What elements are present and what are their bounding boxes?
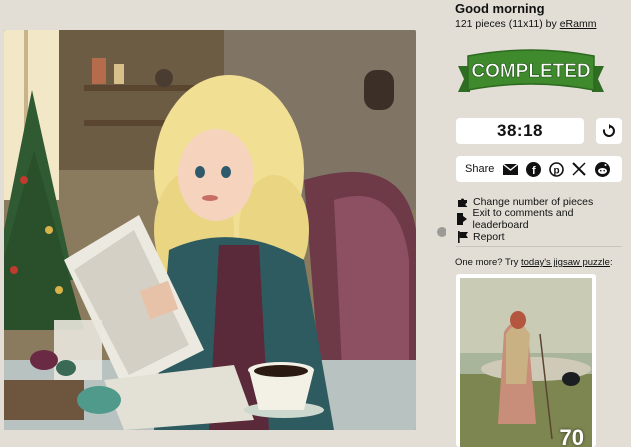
pieces-info: 121 pieces (11x11) by <box>455 18 557 30</box>
suggested-puzzle-image <box>460 278 592 447</box>
action-menu: Change number of pieces Exit to comments… <box>456 193 626 246</box>
puzzle-title: Good morning <box>455 1 545 16</box>
restart-icon <box>602 124 615 137</box>
x-icon[interactable] <box>571 161 587 177</box>
suggestion-suffix: : <box>609 257 613 268</box>
author-link[interactable]: eRamm <box>560 18 597 30</box>
flag-icon <box>456 230 469 243</box>
side-panel: Good morning 121 pieces (11x11) by eRamm… <box>446 0 631 447</box>
exit-label: Exit to comments and leaderboard <box>472 207 574 232</box>
pinterest-icon[interactable]: p <box>548 161 564 177</box>
exit-to-comments-link[interactable]: Exit to comments and leaderboard <box>456 207 626 231</box>
puzzle-area <box>0 0 445 447</box>
todays-puzzle-link[interactable]: today's jigsaw puzzle <box>521 257 610 268</box>
divider <box>456 246 622 247</box>
reddit-icon[interactable] <box>594 161 610 177</box>
badge-text: COMPLETED <box>471 61 590 82</box>
completed-ribbon-icon: COMPLETED <box>458 49 604 92</box>
suggestion-text: One more? Try today's jigsaw puzzle: <box>455 257 613 268</box>
svg-text:p: p <box>553 165 559 176</box>
restart-button[interactable] <box>596 118 622 144</box>
puzzle-piece-icon <box>456 195 469 208</box>
email-icon[interactable] <box>502 161 518 177</box>
puzzle-info: 121 pieces (11x11) by eRamm <box>455 18 596 30</box>
change-pieces-label: Change number of pieces <box>473 195 594 208</box>
share-label: Share <box>465 163 495 175</box>
completed-badge: COMPLETED <box>456 46 606 104</box>
share-bar: Share f p <box>456 156 622 182</box>
exit-icon <box>456 213 468 226</box>
suggestion-prefix: One more? Try <box>455 257 519 268</box>
puzzle-illustration <box>4 30 416 430</box>
svg-text:f: f <box>532 165 536 177</box>
report-label: Report <box>473 230 505 243</box>
piece-count-badge: 70 <box>559 425 584 447</box>
timer: 38:18 <box>456 118 584 144</box>
facebook-icon[interactable]: f <box>525 161 541 177</box>
suggested-puzzle-thumbnail[interactable]: 70 <box>456 274 596 447</box>
puzzle-image[interactable] <box>4 30 416 430</box>
